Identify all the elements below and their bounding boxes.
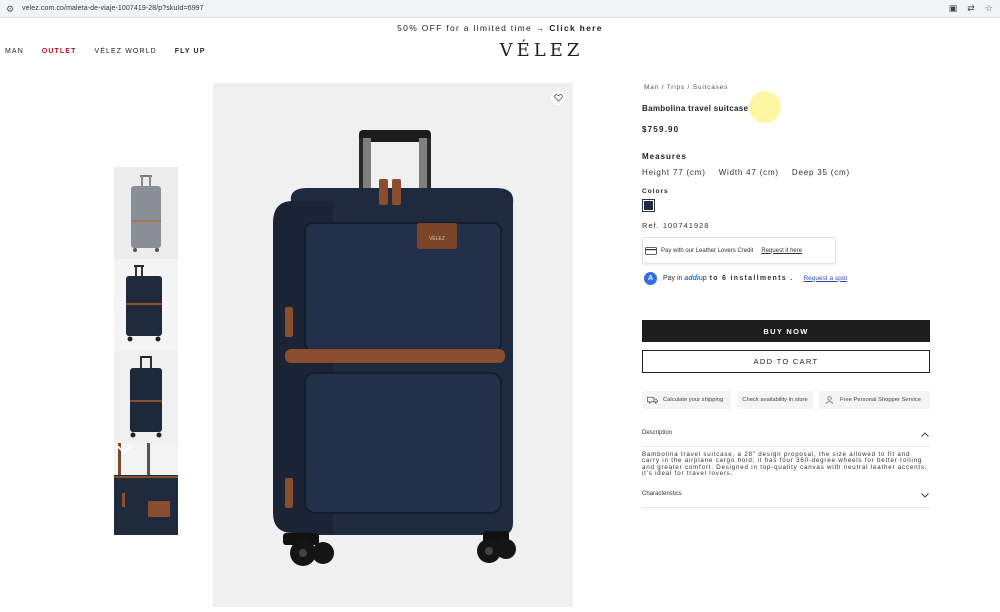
credit-text: Pay with our Leather Lovers Credit — [661, 247, 754, 254]
promo-text: 50% OFF for a limited time → — [397, 23, 546, 33]
suitcase-thumbnail-image — [131, 175, 161, 252]
chevron-down-icon — [921, 493, 929, 498]
credit-request-link[interactable]: Request it here — [761, 248, 802, 254]
addi-brand: addi — [684, 274, 699, 282]
addi-pay-in: Pay in — [663, 274, 683, 282]
divider — [642, 446, 930, 447]
thumbnail-gallery — [114, 167, 178, 535]
install-app-icon[interactable]: ▣ — [948, 3, 958, 13]
thumbnail-1[interactable] — [114, 167, 178, 259]
promo-link[interactable]: Click here — [549, 23, 603, 33]
measures-heading: Measures — [642, 152, 687, 161]
calculate-shipping-button[interactable]: Calculate your shipping — [642, 391, 731, 409]
addi-logo-icon: A — [644, 271, 657, 285]
measures-list: Height 77 (cm) Width 47 (cm) Deep 35 (cm… — [642, 168, 860, 177]
cursor-highlight — [749, 91, 781, 123]
check-availability-label: Check availability in store — [742, 397, 808, 403]
suitcase-front-thumbnail-image — [130, 356, 162, 438]
addi-installments-box: A Pay in addi up to 6 installments . Req… — [644, 270, 847, 286]
translate-icon[interactable]: ⇄ — [966, 3, 976, 13]
person-icon — [825, 396, 834, 404]
colors-heading: Colors — [642, 188, 669, 195]
promo-banner: 50% OFF for a limited time → Click here — [0, 23, 1000, 33]
bookmark-star-icon[interactable]: ☆ — [984, 3, 994, 13]
personal-shopper-button[interactable]: Free Personal Shopper Service — [819, 391, 930, 409]
product-title: Bambolina travel suitcase — [642, 104, 749, 113]
chevron-up-icon — [921, 432, 929, 437]
suitcase-angle-thumbnail-image — [126, 265, 162, 342]
description-heading: Description — [642, 430, 673, 436]
description-text: Bambolina travel suitcase, a 28" design … — [642, 451, 928, 478]
credit-card-icon — [645, 246, 657, 255]
measure-width: Width 47 (cm) — [718, 168, 779, 177]
measure-depth: Deep 35 (cm) — [791, 168, 850, 177]
suitcase-detail-thumbnail-image — [114, 443, 178, 535]
favorite-button[interactable] — [551, 91, 565, 105]
heart-icon — [553, 94, 563, 102]
buy-now-button[interactable]: BUY NOW — [642, 320, 930, 342]
brand-logo[interactable]: VÉLEZ — [0, 40, 1000, 61]
chevron-down-icon[interactable] — [114, 443, 134, 455]
add-to-cart-button[interactable]: ADD TO CART — [642, 350, 930, 373]
truck-icon — [647, 396, 658, 404]
addi-up: up — [698, 274, 707, 282]
calculate-shipping-label: Calculate your shipping — [663, 397, 724, 403]
url-text[interactable]: velez.com.co/maleta-de-viaje-1007419-28/… — [22, 5, 204, 12]
measure-height: Height 77 (cm) — [642, 168, 706, 177]
leather-tag-logo: VÉLEZ — [429, 235, 445, 242]
product-reference: Ref. 100741928 — [642, 221, 710, 230]
characteristics-heading: Characteristics — [642, 491, 682, 497]
check-availability-button[interactable]: Check availability in store — [737, 391, 813, 409]
product-price: $759.90 — [642, 125, 680, 134]
thumbnail-2[interactable] — [114, 259, 178, 351]
site-settings-icon[interactable]: ⚙ — [6, 4, 16, 14]
browser-toolbar-icons: ▣ ⇄ ☆ — [948, 3, 994, 13]
credit-offer-box: Pay with our Leather Lovers Credit Reque… — [642, 237, 836, 264]
characteristics-accordion-header[interactable]: Characteristics — [642, 491, 930, 498]
main-product-image[interactable]: VÉLEZ — [213, 83, 573, 607]
description-accordion-header[interactable]: Description — [642, 430, 930, 437]
divider — [642, 507, 930, 508]
suitcase-illustration: VÉLEZ — [273, 130, 516, 566]
personal-shopper-label: Free Personal Shopper Service — [840, 397, 921, 403]
addi-request-link[interactable]: Request a spot — [803, 275, 847, 282]
thumbnail-3[interactable] — [114, 351, 178, 443]
addi-installments-text: to 6 installments . — [709, 274, 794, 282]
color-swatch-navy[interactable] — [642, 199, 655, 212]
breadcrumb[interactable]: Man / Trips / Suitcases — [644, 84, 728, 91]
browser-address-bar[interactable]: ⚙ velez.com.co/maleta-de-viaje-1007419-2… — [0, 0, 1000, 18]
swatch-fill — [644, 201, 653, 210]
thumbnail-4[interactable] — [114, 443, 178, 535]
